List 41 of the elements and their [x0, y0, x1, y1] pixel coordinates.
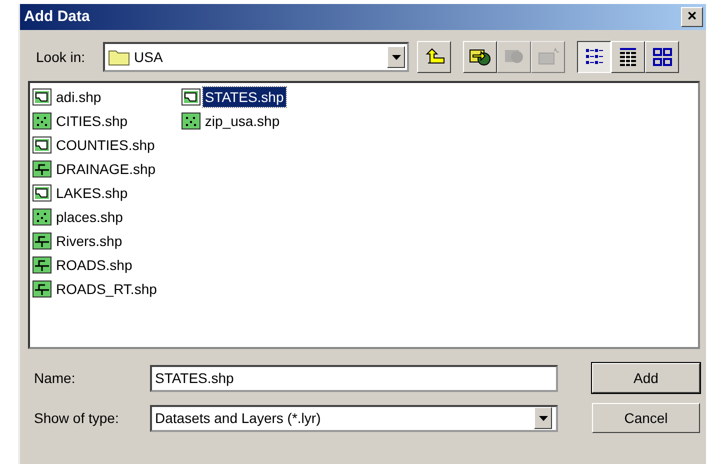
cancel-button[interactable]: Cancel	[592, 403, 700, 433]
name-field[interactable]: STATES.shp	[150, 364, 558, 392]
window-title: Add Data	[24, 6, 90, 27]
thumbnails-view-button[interactable]	[645, 41, 680, 73]
file-item[interactable]: DRAINAGE.shp	[54, 159, 158, 179]
up-arrow-button[interactable]	[417, 41, 452, 73]
look-in-dropdown[interactable]: USA	[103, 42, 410, 72]
line-layer-icon	[32, 280, 52, 298]
file-item[interactable]: adi.shp	[54, 87, 104, 107]
look-in-label: Look in:	[36, 48, 86, 66]
file-item[interactable]: STATES.shp	[202, 87, 286, 107]
connect-folder-button[interactable]	[463, 41, 498, 73]
file-item[interactable]: CITIES.shp	[54, 111, 130, 131]
polygon-layer-icon	[32, 88, 52, 106]
type-dropdown[interactable]: Datasets and Layers (*.lyr)	[150, 404, 558, 432]
caret-icon	[538, 416, 548, 420]
line-layer-icon	[32, 160, 52, 178]
details-view-button[interactable]	[611, 41, 646, 73]
file-item[interactable]: ROADS_RT.shp	[54, 279, 159, 299]
name-label: Name:	[34, 368, 76, 388]
add-button[interactable]: Add	[592, 363, 700, 393]
line-layer-icon	[32, 256, 52, 274]
type-label: Show of type:	[34, 408, 120, 428]
close-button[interactable]: ×	[681, 7, 703, 27]
file-item[interactable]: ROADS.shp	[54, 255, 134, 275]
thumbnails-view-icon	[650, 46, 674, 68]
caret-icon	[392, 54, 401, 60]
file-item[interactable]: Rivers.shp	[54, 231, 124, 251]
file-item[interactable]: places.shp	[54, 207, 125, 227]
file-item[interactable]: COUNTIES.shp	[54, 135, 157, 155]
polygon-layer-icon	[180, 88, 201, 106]
folder-icon	[108, 48, 130, 66]
point-layer-icon	[32, 208, 52, 226]
list-view-button[interactable]	[577, 41, 612, 73]
file-item[interactable]: zip_usa.shp	[202, 111, 282, 131]
file-item[interactable]: LAKES.shp	[54, 183, 130, 203]
polygon-layer-icon	[32, 184, 52, 202]
point-layer-icon	[32, 112, 52, 130]
polygon-layer-icon	[32, 136, 52, 154]
line-layer-icon	[32, 232, 52, 250]
point-layer-icon	[180, 112, 201, 130]
